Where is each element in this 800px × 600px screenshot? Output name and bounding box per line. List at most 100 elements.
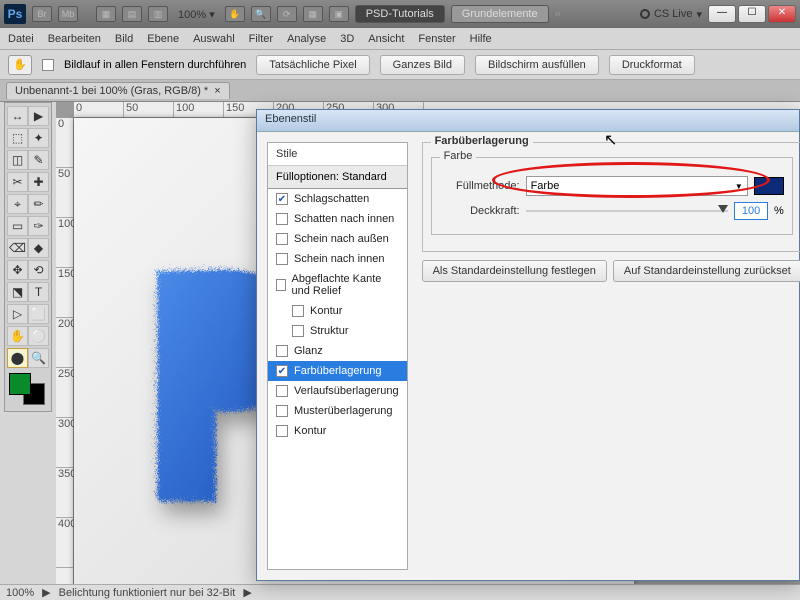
menu-bearbeiten[interactable]: Bearbeiten — [48, 33, 101, 45]
overlay-color-swatch[interactable] — [754, 177, 784, 195]
style-checkbox[interactable] — [276, 345, 288, 357]
opacity-slider[interactable] — [526, 210, 728, 212]
menu-ebene[interactable]: Ebene — [147, 33, 179, 45]
document-tab-label: Unbenannt-1 bei 100% (Gras, RGB/8) * — [15, 85, 208, 97]
ruler-vertical: 050100150200250300350400 — [56, 118, 74, 584]
status-zoom[interactable]: 100% — [6, 587, 34, 599]
style-checkbox[interactable] — [292, 305, 304, 317]
menu-datei[interactable]: Datei — [8, 33, 34, 45]
document-tab[interactable]: Unbenannt-1 bei 100% (Gras, RGB/8) * × — [6, 82, 230, 99]
eyedropper-tool[interactable]: ✎ — [28, 150, 49, 170]
dodge-tool[interactable]: ⟲ — [28, 260, 49, 280]
make-default-button[interactable]: Als Standardeinstellung festlegen — [422, 260, 607, 282]
workspace-grundelemente[interactable]: Grundelemente — [451, 5, 549, 23]
style-checkbox[interactable]: ✔ — [276, 365, 288, 377]
menu-3d[interactable]: 3D — [340, 33, 354, 45]
selection-tool[interactable]: ▶ — [28, 106, 49, 126]
style-item-2[interactable]: Schein nach außen — [268, 229, 407, 249]
dialog-title[interactable]: Ebenenstil — [257, 110, 799, 132]
style-checkbox[interactable]: ✔ — [276, 193, 288, 205]
maximize-button[interactable]: ☐ — [738, 5, 766, 23]
screen-mode-icon[interactable]: ▣ — [329, 6, 349, 22]
style-item-10[interactable]: Musterüberlagerung — [268, 401, 407, 421]
scroll-all-checkbox[interactable] — [42, 59, 54, 71]
minimize-button[interactable]: — — [708, 5, 736, 23]
style-item-7[interactable]: Glanz — [268, 341, 407, 361]
styles-header[interactable]: Stile — [268, 143, 407, 166]
view-rulers-icon[interactable]: ▤ — [122, 6, 142, 22]
zoom-mini-icon[interactable]: 🔍 — [251, 6, 271, 22]
move-tool[interactable]: ↔ — [7, 106, 28, 126]
menu-bild[interactable]: Bild — [115, 33, 133, 45]
actual-pixels-button[interactable]: Tatsächliche Pixel — [256, 55, 369, 75]
style-checkbox[interactable] — [276, 425, 288, 437]
pencil-tool[interactable]: ✏ — [28, 194, 49, 214]
opacity-input[interactable]: 100 — [734, 202, 768, 220]
document-tab-close-icon[interactable]: × — [214, 85, 220, 97]
style-item-11[interactable]: Kontur — [268, 421, 407, 441]
blend-mode-select[interactable]: Farbe ▼ — [526, 176, 748, 196]
menu-auswahl[interactable]: Auswahl — [193, 33, 235, 45]
hand-tool[interactable]: ⬤ — [7, 348, 28, 368]
crop-tool[interactable]: ◫ — [7, 150, 28, 170]
shape-tool[interactable]: ⬜ — [28, 304, 49, 324]
menu-filter[interactable]: Filter — [249, 33, 273, 45]
type-tool[interactable]: T — [28, 282, 49, 302]
3d-tool[interactable]: ✋ — [7, 326, 28, 346]
close-button[interactable]: ✕ — [768, 5, 796, 23]
style-item-3[interactable]: Schein nach innen — [268, 249, 407, 269]
gradient-tool[interactable]: ◆ — [28, 238, 49, 258]
workspace-more-icon[interactable]: » — [555, 8, 561, 20]
blend-mode-value: Farbe — [531, 180, 560, 192]
fit-screen-button[interactable]: Ganzes Bild — [380, 55, 465, 75]
blending-options-header[interactable]: Fülloptionen: Standard — [268, 166, 407, 189]
fill-screen-button[interactable]: Bildschirm ausfüllen — [475, 55, 599, 75]
blur-tool[interactable]: ✥ — [7, 260, 28, 280]
workspace-psd-tutorials[interactable]: PSD-Tutorials — [355, 5, 445, 23]
menu-hilfe[interactable]: Hilfe — [470, 33, 492, 45]
reset-default-button[interactable]: Auf Standardeinstellung zurückset — [613, 260, 800, 282]
menu-ansicht[interactable]: Ansicht — [368, 33, 404, 45]
style-item-8[interactable]: ✔Farbüberlagerung — [268, 361, 407, 381]
3d-camera-tool[interactable]: ⚪ — [28, 326, 49, 346]
style-item-1[interactable]: Schatten nach innen — [268, 209, 407, 229]
style-item-6[interactable]: Struktur — [268, 321, 407, 341]
hand-mini-icon[interactable]: ✋ — [225, 6, 245, 22]
menu-analyse[interactable]: Analyse — [287, 33, 326, 45]
app-titlebar: Ps Br Mb ▦ ▤ ▥ 100% ▾ ✋ 🔍 ⟳ ▦ ▣ PSD-Tuto… — [0, 0, 800, 28]
menu-fenster[interactable]: Fenster — [418, 33, 455, 45]
slice-tool[interactable]: ✂ — [7, 172, 28, 192]
history-brush-tool[interactable]: ✑ — [28, 216, 49, 236]
path-tool[interactable]: ▷ — [7, 304, 28, 324]
stamp-tool[interactable]: ▭ — [7, 216, 28, 236]
wand-tool[interactable]: ✦ — [28, 128, 49, 148]
rotate-view-icon[interactable]: ⟳ — [277, 6, 297, 22]
style-checkbox[interactable] — [276, 405, 288, 417]
bridge-icon[interactable]: Br — [32, 6, 52, 22]
foreground-color[interactable] — [9, 373, 31, 395]
style-item-5[interactable]: Kontur — [268, 301, 407, 321]
heal-tool[interactable]: ✚ — [28, 172, 49, 192]
minibridge-icon[interactable]: Mb — [58, 6, 78, 22]
zoom-tool[interactable]: 🔍 — [28, 348, 49, 368]
style-item-9[interactable]: Verlaufsüberlagerung — [268, 381, 407, 401]
style-checkbox[interactable] — [276, 385, 288, 397]
pen-tool[interactable]: ⬔ — [7, 282, 28, 302]
style-checkbox[interactable] — [276, 233, 288, 245]
style-checkbox[interactable] — [292, 325, 304, 337]
brush-tool[interactable]: ⌖ — [7, 194, 28, 214]
style-checkbox[interactable] — [276, 253, 288, 265]
view-guides-icon[interactable]: ▥ — [148, 6, 168, 22]
style-checkbox[interactable] — [276, 213, 288, 225]
current-tool-icon[interactable]: ✋ — [8, 55, 32, 75]
style-checkbox[interactable] — [276, 279, 286, 291]
marquee-tool[interactable]: ⬚ — [7, 128, 28, 148]
print-size-button[interactable]: Druckformat — [609, 55, 695, 75]
style-item-4[interactable]: Abgeflachte Kante und Relief — [268, 269, 407, 301]
style-item-0[interactable]: ✔Schlagschatten — [268, 189, 407, 209]
zoom-level[interactable]: 100% ▾ — [174, 8, 219, 21]
cs-live[interactable]: CS Live ▾ — [640, 8, 702, 21]
arrange-docs-icon[interactable]: ▦ — [303, 6, 323, 22]
view-extras-icon[interactable]: ▦ — [96, 6, 116, 22]
eraser-tool[interactable]: ⌫ — [7, 238, 28, 258]
